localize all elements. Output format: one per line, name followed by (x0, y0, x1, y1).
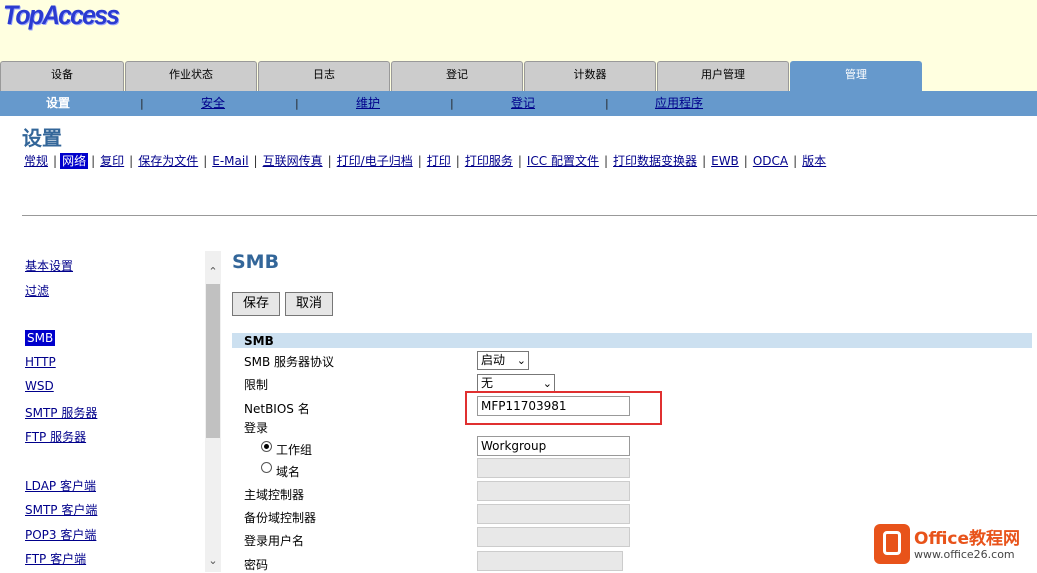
restriction-label: 限制 (244, 378, 269, 392)
separator: | (203, 154, 208, 168)
sidebar-item-http[interactable]: HTTP (25, 355, 56, 369)
separator: | (129, 154, 134, 168)
domain-radio[interactable] (261, 462, 272, 473)
tab-administration[interactable]: 管理 (790, 61, 922, 91)
sidebar-item-pop3-client[interactable]: POP3 客户端 (25, 526, 96, 543)
tab-logs[interactable]: 日志 (258, 61, 390, 91)
tab-user-management[interactable]: 用户管理 (657, 61, 789, 91)
separator: | (455, 154, 460, 168)
workgroup-input[interactable]: Workgroup (477, 436, 630, 456)
separator: | (604, 154, 609, 168)
link-print[interactable]: 打印 (425, 153, 453, 169)
section-title: SMB (232, 251, 280, 273)
link-version[interactable]: 版本 (800, 153, 828, 169)
sidebar-scrollbar[interactable]: ⌃ ⌄ (205, 251, 221, 572)
save-button[interactable]: 保存 (232, 292, 280, 316)
sidebar-item-ftp-client[interactable]: FTP 客户端 (25, 550, 86, 567)
scroll-up-icon[interactable]: ⌃ (205, 265, 221, 278)
office-logo-icon (874, 524, 910, 564)
section-header-label: SMB (244, 334, 274, 348)
subnav-security[interactable]: 安全 (201, 91, 225, 116)
main-tabs: 设备 作业状态 日志 登记 计数器 用户管理 管理 (0, 61, 1037, 91)
subnav-setup[interactable]: 设置 (46, 91, 70, 116)
tab-counter[interactable]: 计数器 (524, 61, 656, 91)
password-label: 密码 (244, 558, 269, 572)
separator: | (91, 154, 96, 168)
header: TopAccess (0, 0, 1037, 61)
separator: | (450, 97, 454, 110)
netbios-label: NetBIOS 名 (244, 402, 310, 416)
separator: | (327, 154, 332, 168)
scroll-thumb[interactable] (206, 284, 220, 438)
link-internet-fax[interactable]: 互联网传真 (261, 153, 325, 169)
scroll-down-icon[interactable]: ⌄ (205, 554, 221, 567)
separator: | (702, 154, 707, 168)
link-odca[interactable]: ODCA (751, 153, 790, 169)
workgroup-radio[interactable] (261, 441, 272, 452)
separator: | (793, 154, 798, 168)
sidebar-item-wsd[interactable]: WSD (25, 379, 54, 393)
smb-protocol-label: SMB 服务器协议 (244, 355, 335, 369)
domain-input[interactable] (477, 458, 630, 478)
sidebar-item-filter[interactable]: 过滤 (25, 282, 49, 299)
logon-label: 登录 (244, 421, 269, 435)
watermark-brand: Office教程网 (914, 529, 1021, 549)
restriction-value: 无 (481, 376, 494, 390)
logon-user-input[interactable] (477, 527, 630, 547)
chevron-down-icon: ⌄ (542, 377, 552, 390)
link-print-efiling[interactable]: 打印/电子归档 (335, 153, 415, 169)
separator: | (517, 154, 522, 168)
separator: | (417, 154, 422, 168)
link-save-as-file[interactable]: 保存为文件 (136, 153, 200, 169)
workgroup-label: 工作组 (276, 443, 313, 457)
backup-dc-label: 备份域控制器 (244, 511, 317, 525)
link-email[interactable]: E-Mail (210, 153, 250, 169)
cancel-button[interactable]: 取消 (285, 292, 333, 316)
separator: | (605, 97, 609, 110)
separator: | (53, 154, 58, 168)
chevron-down-icon: ⌄ (516, 354, 526, 367)
link-ewb[interactable]: EWB (709, 153, 741, 169)
subnav-maintenance[interactable]: 维护 (356, 91, 380, 116)
watermark: Office教程网 www.office26.com (874, 522, 1037, 572)
tab-job-status[interactable]: 作业状态 (125, 61, 257, 91)
logon-user-label: 登录用户名 (244, 534, 305, 548)
domain-label: 域名 (276, 465, 301, 479)
separator: | (140, 97, 144, 110)
link-print-data-converter[interactable]: 打印数据变换器 (611, 153, 699, 169)
network-category-links: 常规 | 网络 | 复印 | 保存为文件 | E-Mail | 互联网传真 | 打印/电子归档 | 打印 | 打… (22, 152, 828, 169)
sub-navigation: 设置 | 安全 | 维护 | 登记 | 应用程序 (0, 91, 1037, 116)
subnav-applications[interactable]: 应用程序 (655, 91, 703, 116)
link-network[interactable]: 网络 (60, 153, 89, 169)
tab-device[interactable]: 设备 (0, 61, 124, 91)
tab-registration[interactable]: 登记 (391, 61, 523, 91)
link-print-service[interactable]: 打印服务 (463, 153, 515, 169)
smb-protocol-value: 启动 (481, 353, 506, 367)
sidebar-item-smtp-client[interactable]: SMTP 客户端 (25, 501, 97, 518)
separator: | (743, 154, 748, 168)
separator: | (295, 97, 299, 110)
link-icc-profile[interactable]: ICC 配置文件 (525, 153, 601, 169)
sidebar-item-ftp-server[interactable]: FTP 服务器 (25, 428, 86, 445)
highlight-box (465, 391, 662, 425)
primary-dc-label: 主域控制器 (244, 488, 305, 502)
sidebar-item-smtp-server[interactable]: SMTP 服务器 (25, 404, 97, 421)
page-title: 设置 (22, 126, 62, 150)
separator: | (253, 154, 258, 168)
sidebar-item-basic-settings[interactable]: 基本设置 (25, 257, 73, 274)
link-general[interactable]: 常规 (22, 153, 50, 169)
divider (22, 215, 1037, 216)
sidebar-item-smb[interactable]: SMB (25, 330, 56, 346)
sidebar-item-ldap-client[interactable]: LDAP 客户端 (25, 477, 96, 494)
smb-section-header: SMB (232, 333, 1032, 348)
topaccess-logo: TopAccess (3, 0, 120, 30)
primary-dc-input[interactable] (477, 481, 630, 501)
smb-protocol-select[interactable]: 启动 ⌄ (477, 351, 529, 370)
subnav-registration[interactable]: 登记 (511, 91, 535, 116)
link-copy[interactable]: 复印 (98, 153, 126, 169)
backup-dc-input[interactable] (477, 504, 630, 524)
watermark-url: www.office26.com (914, 548, 1015, 561)
password-input[interactable] (477, 551, 623, 571)
